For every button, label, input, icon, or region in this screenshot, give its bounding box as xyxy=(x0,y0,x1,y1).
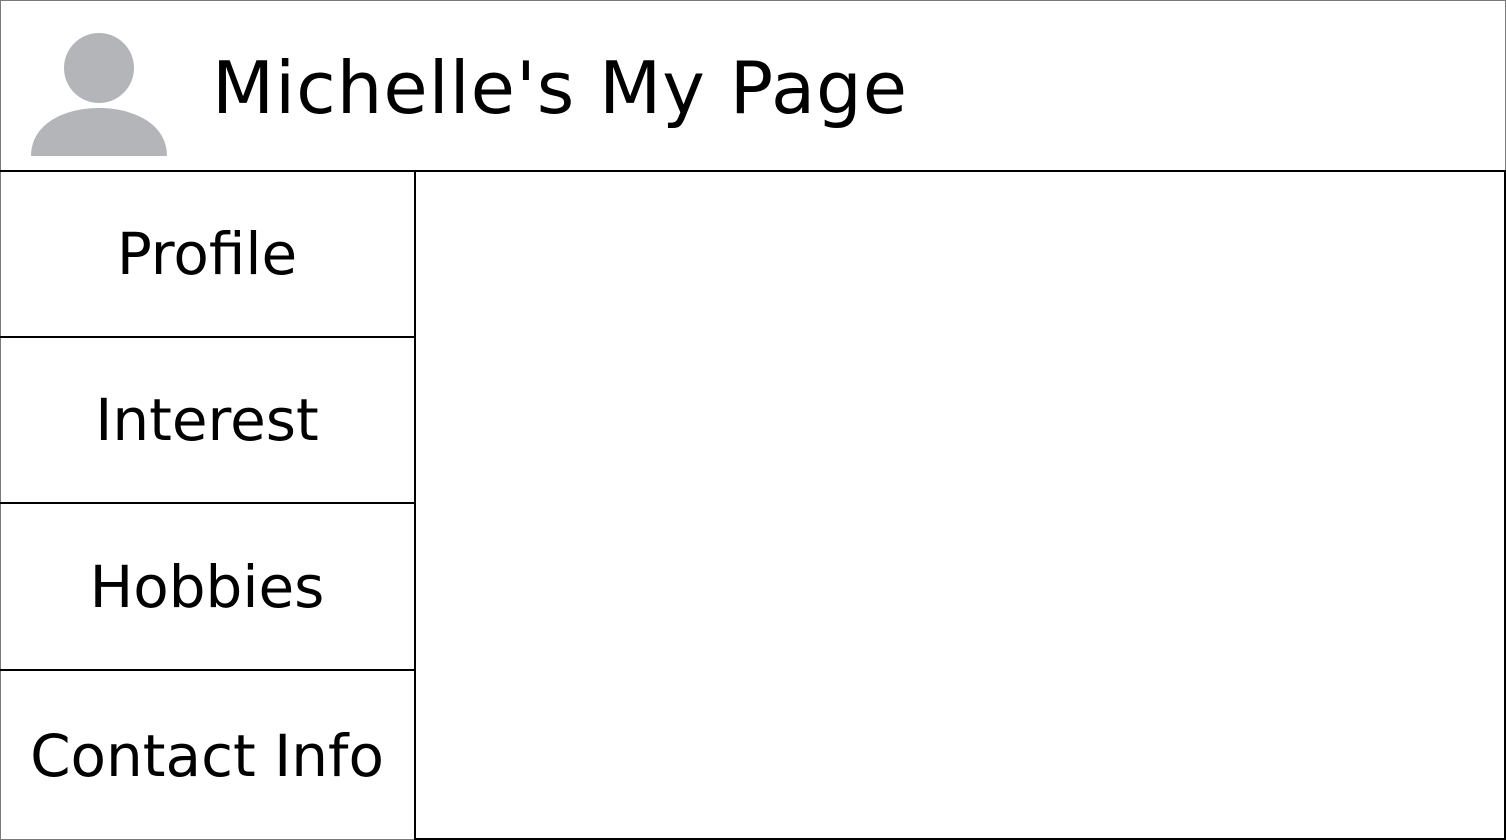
page-title: Michelle's My Page xyxy=(212,46,909,130)
sidebar-item-hobbies[interactable]: Hobbies xyxy=(0,505,414,671)
sidebar-nav: Profile Interest Hobbies Contact Info xyxy=(0,172,416,840)
sidebar-item-interest[interactable]: Interest xyxy=(0,338,414,504)
sidebar-item-profile[interactable]: Profile xyxy=(0,172,414,338)
sidebar-item-contact-info[interactable]: Contact Info xyxy=(0,672,414,840)
user-avatar-icon xyxy=(31,33,167,156)
main-content-area xyxy=(416,172,1506,840)
page-header: Michelle's My Page xyxy=(0,0,1506,172)
